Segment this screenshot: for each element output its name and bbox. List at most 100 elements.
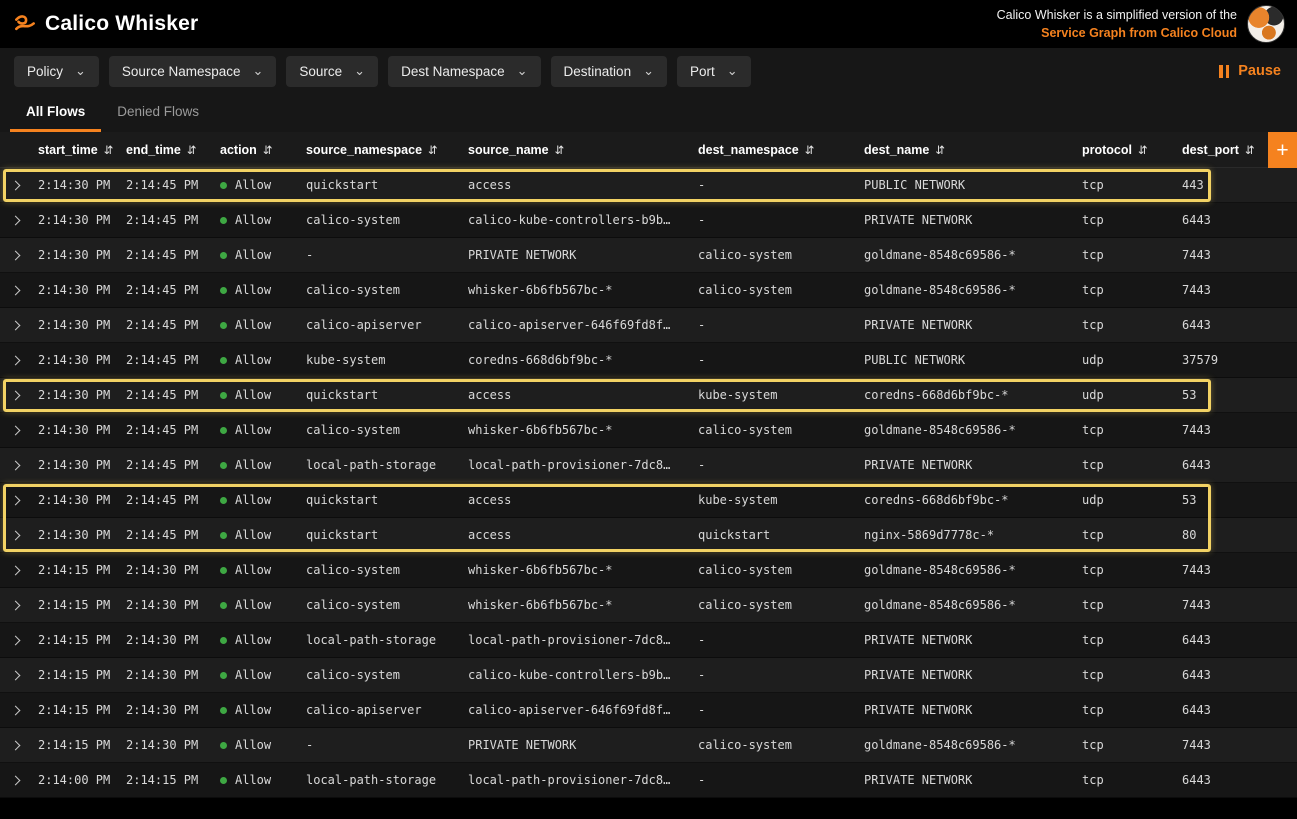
table-row[interactable]: 2:14:15 PM2:14:30 PMAllowcalico-systemca… xyxy=(0,658,1297,693)
row-group: 2:14:00 PM2:14:15 PMAllowlocal-path-stor… xyxy=(0,763,1297,798)
chevron-down-icon: ⌄ xyxy=(75,64,86,77)
table-row[interactable]: 2:14:30 PM2:14:45 PMAllowcalico-systemwh… xyxy=(0,273,1297,308)
column-header-start_time[interactable]: start_time⇵ xyxy=(30,143,118,157)
row-expander-icon[interactable] xyxy=(0,343,30,377)
row-expander-icon[interactable] xyxy=(0,763,30,797)
column-label: dest_name xyxy=(864,143,929,157)
action-label: Allow xyxy=(235,493,271,507)
service-graph-link[interactable]: Service Graph from Calico Cloud xyxy=(997,24,1237,42)
row-expander-icon[interactable] xyxy=(0,518,30,552)
cell-end_time: 2:14:45 PM xyxy=(118,178,212,192)
add-column-button[interactable]: + xyxy=(1268,132,1297,168)
chevron-down-icon: ⌄ xyxy=(517,64,528,77)
row-expander-icon[interactable] xyxy=(0,658,30,692)
cell-dest_name: PRIVATE NETWORK xyxy=(856,458,1074,472)
cell-dest_port: 7443 xyxy=(1174,598,1297,612)
table-row[interactable]: 2:14:15 PM2:14:30 PMAllowcalico-systemwh… xyxy=(0,553,1297,588)
cell-dest_port: 7443 xyxy=(1174,248,1297,262)
cell-dest_namespace: - xyxy=(690,633,856,647)
cell-source_namespace: kube-system xyxy=(298,353,460,367)
column-header-source_namespace[interactable]: source_namespace⇵ xyxy=(298,143,460,157)
row-expander-icon[interactable] xyxy=(0,308,30,342)
pause-label: Pause xyxy=(1238,63,1281,79)
table-row[interactable]: 2:14:30 PM2:14:45 PMAllowquickstartacces… xyxy=(0,168,1297,203)
action-label: Allow xyxy=(235,703,271,717)
chevron-down-icon: ⌄ xyxy=(727,64,738,77)
cell-dest_port: 443 xyxy=(1174,178,1297,192)
table-row[interactable]: 2:14:00 PM2:14:15 PMAllowlocal-path-stor… xyxy=(0,763,1297,798)
filter-source-dropdown[interactable]: Source⌄ xyxy=(286,56,378,87)
row-expander-icon[interactable] xyxy=(0,168,30,202)
row-expander-icon[interactable] xyxy=(0,238,30,272)
filter-port-dropdown[interactable]: Port⌄ xyxy=(677,56,751,87)
cell-source_namespace: local-path-storage xyxy=(298,458,460,472)
column-header-end_time[interactable]: end_time⇵ xyxy=(118,143,212,157)
cell-source_name: local-path-provisioner-7dc8… xyxy=(460,633,690,647)
column-header-action[interactable]: action⇵ xyxy=(212,143,298,157)
row-expander-icon[interactable] xyxy=(0,693,30,727)
action-label: Allow xyxy=(235,563,271,577)
row-expander-icon[interactable] xyxy=(0,413,30,447)
cell-dest_port: 6443 xyxy=(1174,633,1297,647)
table-row[interactable]: 2:14:15 PM2:14:30 PMAllowlocal-path-stor… xyxy=(0,623,1297,658)
table-row[interactable]: 2:14:15 PM2:14:30 PMAllowcalico-systemwh… xyxy=(0,588,1297,623)
column-header-source_name[interactable]: source_name⇵ xyxy=(460,143,690,157)
row-expander-icon[interactable] xyxy=(0,203,30,237)
row-expander-icon[interactable] xyxy=(0,483,30,517)
allow-status-dot xyxy=(220,742,227,749)
table-row[interactable]: 2:14:30 PM2:14:45 PMAllowquickstartacces… xyxy=(0,518,1297,553)
row-expander-icon[interactable] xyxy=(0,728,30,762)
column-label: end_time xyxy=(126,143,181,157)
column-header-protocol[interactable]: protocol⇵ xyxy=(1074,143,1174,157)
column-header-dest_name[interactable]: dest_name⇵ xyxy=(856,143,1074,157)
cell-action: Allow xyxy=(212,318,298,332)
cell-action: Allow xyxy=(212,528,298,542)
table-row[interactable]: 2:14:30 PM2:14:45 PMAllowcalico-apiserve… xyxy=(0,308,1297,343)
table-row[interactable]: 2:14:30 PM2:14:45 PMAllowquickstartacces… xyxy=(0,378,1297,413)
row-expander-icon[interactable] xyxy=(0,448,30,482)
pause-button[interactable]: Pause xyxy=(1219,48,1281,94)
sort-icon: ⇵ xyxy=(428,143,438,157)
table-row[interactable]: 2:14:30 PM2:14:45 PMAllowcalico-systemca… xyxy=(0,203,1297,238)
table-row[interactable]: 2:14:30 PM2:14:45 PMAllow-PRIVATE NETWOR… xyxy=(0,238,1297,273)
cell-start_time: 2:14:30 PM xyxy=(30,248,118,262)
cell-dest_name: coredns-668d6bf9bc-* xyxy=(856,493,1074,507)
cell-source_namespace: local-path-storage xyxy=(298,773,460,787)
cell-dest_port: 53 xyxy=(1174,388,1297,402)
table-row[interactable]: 2:14:15 PM2:14:30 PMAllowcalico-apiserve… xyxy=(0,693,1297,728)
allow-status-dot xyxy=(220,497,227,504)
row-expander-icon[interactable] xyxy=(0,378,30,412)
cell-end_time: 2:14:30 PM xyxy=(118,703,212,717)
cell-dest_namespace: calico-system xyxy=(690,248,856,262)
cell-protocol: tcp xyxy=(1074,213,1174,227)
table-row[interactable]: 2:14:30 PM2:14:45 PMAllowkube-systemcore… xyxy=(0,343,1297,378)
row-expander-icon[interactable] xyxy=(0,553,30,587)
row-expander-icon[interactable] xyxy=(0,588,30,622)
row-expander-icon[interactable] xyxy=(0,273,30,307)
filter-source-namespace-dropdown[interactable]: Source Namespace⌄ xyxy=(109,56,276,87)
row-expander-icon[interactable] xyxy=(0,623,30,657)
horizontal-scrollbar[interactable] xyxy=(0,798,1297,819)
cell-dest_namespace: - xyxy=(690,773,856,787)
allow-status-dot xyxy=(220,567,227,574)
cell-end_time: 2:14:30 PM xyxy=(118,598,212,612)
filter-policy-dropdown[interactable]: Policy⌄ xyxy=(14,56,99,87)
allow-status-dot xyxy=(220,182,227,189)
filter-destination-dropdown[interactable]: Destination⌄ xyxy=(551,56,667,87)
table-row[interactable]: 2:14:15 PM2:14:30 PMAllow-PRIVATE NETWOR… xyxy=(0,728,1297,763)
column-label: source_name xyxy=(468,143,549,157)
column-header-dest_namespace[interactable]: dest_namespace⇵ xyxy=(690,143,856,157)
tab-denied-flows[interactable]: Denied Flows xyxy=(101,94,215,132)
tab-all-flows[interactable]: All Flows xyxy=(10,94,101,132)
cell-start_time: 2:14:30 PM xyxy=(30,178,118,192)
table-row[interactable]: 2:14:30 PM2:14:45 PMAllowlocal-path-stor… xyxy=(0,448,1297,483)
cell-start_time: 2:14:15 PM xyxy=(30,598,118,612)
highlighted-row-group: 2:14:30 PM2:14:45 PMAllowquickstartacces… xyxy=(0,378,1297,413)
cell-dest_name: PRIVATE NETWORK xyxy=(856,318,1074,332)
table-row[interactable]: 2:14:30 PM2:14:45 PMAllowquickstartacces… xyxy=(0,483,1297,518)
cell-dest_name: nginx-5869d7778c-* xyxy=(856,528,1074,542)
table-row[interactable]: 2:14:30 PM2:14:45 PMAllowcalico-systemwh… xyxy=(0,413,1297,448)
filter-dest-namespace-dropdown[interactable]: Dest Namespace⌄ xyxy=(388,56,540,87)
row-group: 2:14:15 PM2:14:30 PMAllowcalico-systemca… xyxy=(0,658,1297,693)
cell-action: Allow xyxy=(212,423,298,437)
